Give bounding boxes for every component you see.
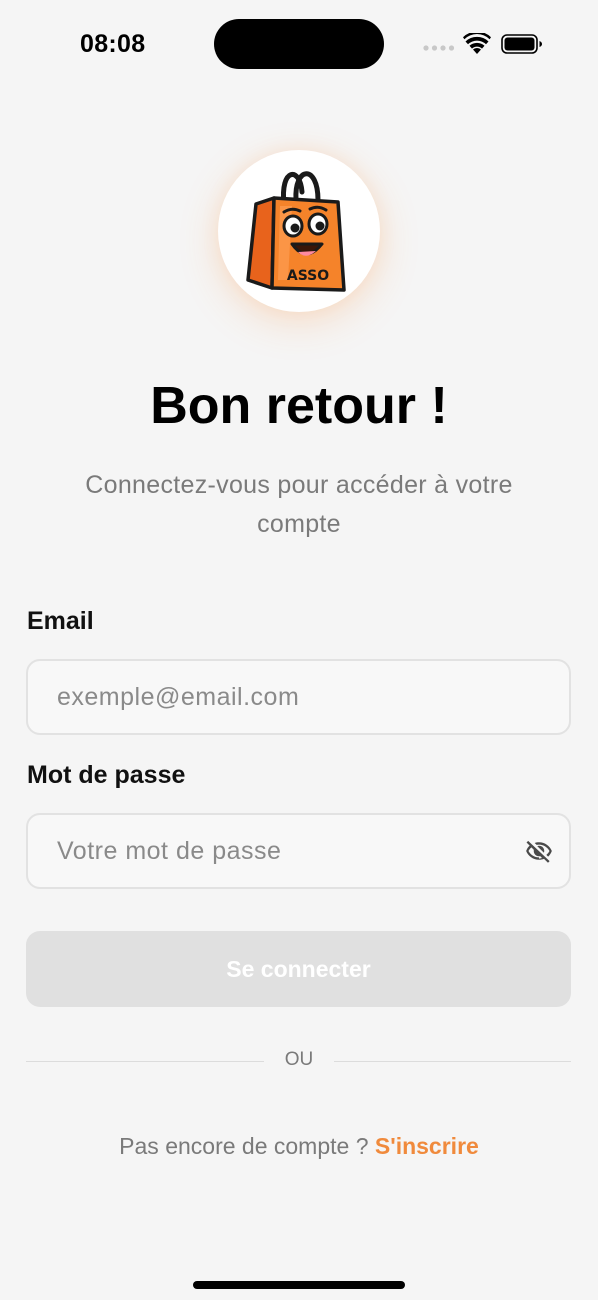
shopping-bag-mascot-icon: ASSO (246, 171, 346, 292)
signup-prompt: Pas encore de compte ? (119, 1133, 369, 1159)
signal-icon (423, 45, 455, 51)
signup-row: Pas encore de compte ? S'inscrire (0, 1133, 598, 1160)
divider-line-left (26, 1061, 264, 1062)
password-label: Mot de passe (27, 761, 186, 789)
wifi-icon (463, 33, 491, 54)
password-field-container (26, 813, 571, 889)
page-title: Bon retour ! (150, 377, 448, 435)
email-field-container (26, 659, 571, 735)
email-label: Email (27, 607, 94, 635)
eye-off-icon[interactable] (523, 837, 555, 865)
signup-link[interactable]: S'inscrire (375, 1133, 479, 1159)
email-field[interactable] (57, 661, 527, 733)
battery-icon (501, 34, 542, 54)
password-field[interactable] (57, 815, 527, 887)
page-subtitle: Connectez-vous pour accéder à votre comp… (85, 471, 513, 538)
divider-text: OU (284, 1049, 314, 1070)
app-logo: ASSO (218, 150, 380, 312)
logo-text: ASSO (287, 268, 329, 284)
login-button[interactable]: Se connecter (26, 931, 571, 1007)
dynamic-island (214, 19, 384, 69)
status-time: 08:08 (80, 30, 146, 58)
home-indicator[interactable] (193, 1281, 405, 1289)
login-screen: 08:08 ASSO Bon retour ! Connectez-vous p… (0, 0, 598, 1300)
divider-line-right (334, 1061, 571, 1062)
